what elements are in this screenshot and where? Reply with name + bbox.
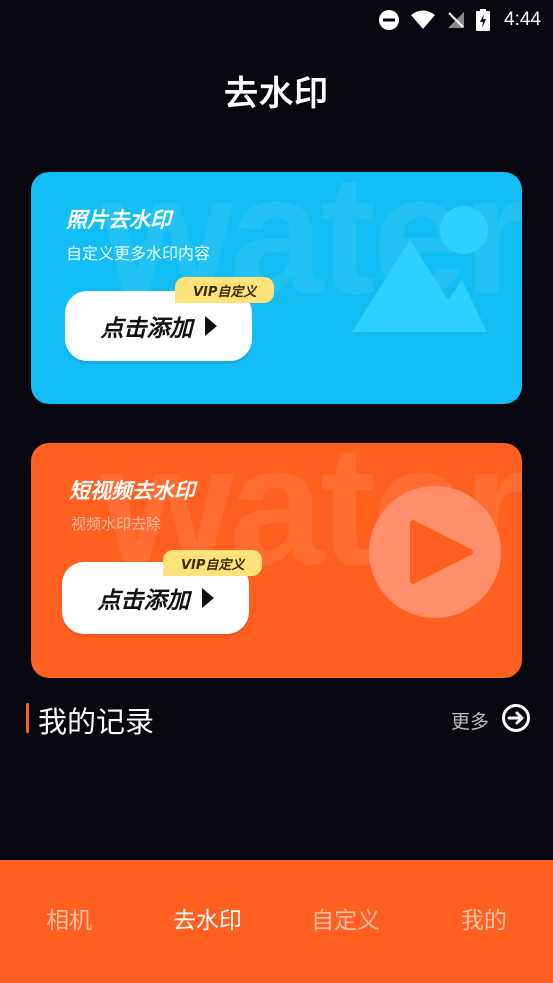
nav-item-remove-watermark[interactable]: 去水印 [138, 901, 276, 935]
nav-item-camera[interactable]: 相机 [0, 901, 138, 935]
add-button-label: 点击添加 [97, 588, 190, 614]
vip-badge: VIP自定义 [163, 550, 263, 576]
battery-charging-icon [476, 9, 491, 31]
add-button-label: 点击添加 [100, 316, 193, 342]
more-link[interactable]: 更多 [451, 703, 531, 738]
wifi-icon [410, 10, 436, 30]
video-watermark-card[interactable]: water 短视频去水印 视频水印去除 点击添加 VIP自定义 [31, 443, 522, 678]
status-bar: 4:44 [0, 0, 553, 40]
vip-badge: VIP自定义 [175, 277, 275, 303]
card-subtitle: 视频水印去除 [71, 515, 162, 533]
nav-item-custom[interactable]: 自定义 [277, 901, 415, 935]
mountain-image-icon [352, 200, 492, 344]
arrow-right-icon [201, 588, 214, 608]
do-not-disturb-icon [378, 9, 400, 31]
play-circle-icon [368, 485, 502, 623]
records-title: 我的记录 [38, 705, 155, 739]
arrow-right-circle-icon [501, 703, 531, 738]
section-accent-bar [26, 703, 29, 733]
nav-item-mine[interactable]: 我的 [415, 901, 553, 935]
card-title: 短视频去水印 [69, 479, 195, 503]
card-title: 照片去水印 [66, 208, 171, 232]
photo-watermark-card[interactable]: water 照片去水印 自定义更多水印内容 点击添加 VIP自定义 [31, 172, 522, 404]
page-title: 去水印 [224, 74, 329, 114]
no-signal-icon [446, 10, 466, 30]
card-subtitle: 自定义更多水印内容 [66, 244, 211, 263]
clock: 4:44 [504, 9, 541, 30]
bottom-nav: 相机 去水印 自定义 我的 [0, 860, 553, 983]
arrow-right-icon [204, 316, 217, 336]
more-label: 更多 [450, 711, 489, 733]
